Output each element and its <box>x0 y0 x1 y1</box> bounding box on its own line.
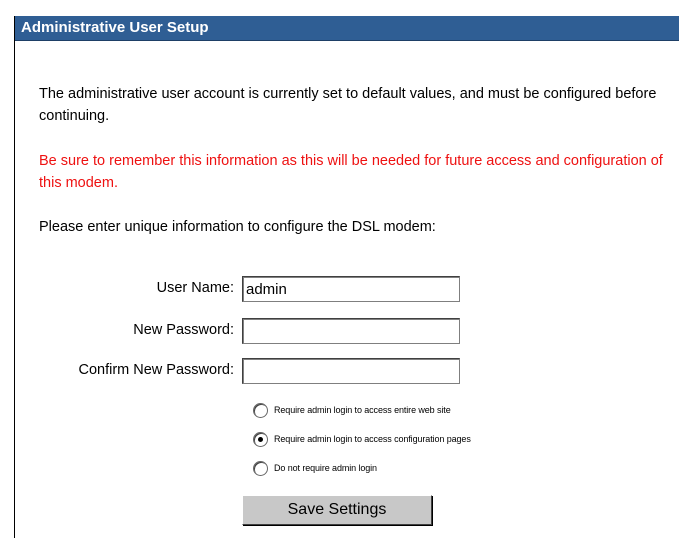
setup-panel: Administrative User Setup The administra… <box>14 16 679 538</box>
radio-entire-site[interactable] <box>253 403 268 418</box>
radio-label: Require admin login to access configurat… <box>274 434 471 444</box>
username-row: User Name: <box>15 276 679 302</box>
page-title: Administrative User Setup <box>21 19 209 36</box>
instruction-text: Please enter unique information to confi… <box>39 219 436 235</box>
new-password-input[interactable] <box>242 318 460 344</box>
intro-text: The administrative user account is curre… <box>39 86 657 124</box>
new-password-row: New Password: <box>15 318 679 344</box>
radio-label: Do not require admin login <box>274 463 377 473</box>
warning-text: Be sure to remember this information as … <box>39 153 663 191</box>
new-password-label: New Password: <box>133 322 234 338</box>
confirm-password-label: Confirm New Password: <box>78 362 234 378</box>
radio-config-pages[interactable] <box>253 432 268 447</box>
header-bar: Administrative User Setup <box>15 16 679 41</box>
save-settings-button[interactable]: Save Settings <box>242 495 432 525</box>
confirm-password-row: Confirm New Password: <box>15 358 679 384</box>
username-input[interactable] <box>242 276 460 302</box>
username-label: User Name: <box>156 280 234 296</box>
radio-no-login[interactable] <box>253 461 268 476</box>
confirm-password-input[interactable] <box>242 358 460 384</box>
radio-label: Require admin login to access entire web… <box>274 405 451 415</box>
